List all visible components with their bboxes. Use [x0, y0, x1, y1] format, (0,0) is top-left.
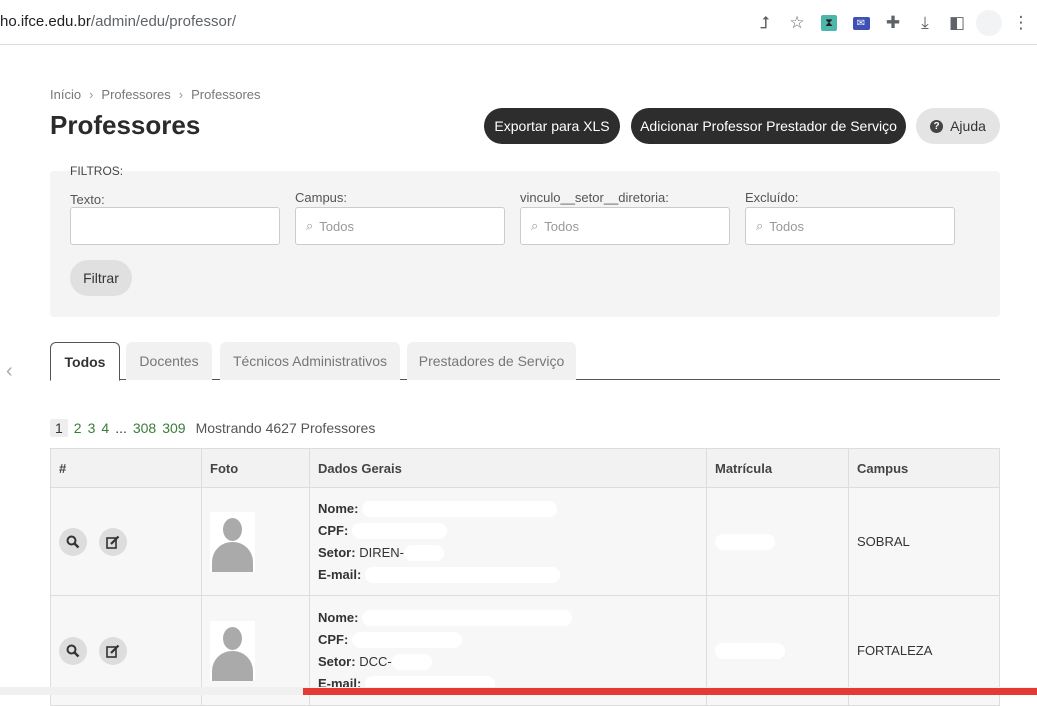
- vinculo-label: vinculo__setor__diretoria:: [520, 190, 669, 205]
- avatar-placeholder-icon: [210, 620, 255, 681]
- excluido-select[interactable]: ⌕ Todos: [745, 207, 955, 245]
- col-header-dados: Dados Gerais: [309, 448, 707, 488]
- redacted-value: [715, 642, 785, 659]
- side-panel-icon[interactable]: ◧: [941, 9, 973, 37]
- page-link[interactable]: 308: [133, 420, 156, 436]
- redacted-value: [351, 523, 447, 540]
- status-bar: [0, 687, 1037, 695]
- setor-value: DCC-: [359, 653, 392, 669]
- url-host: ho.ifce.edu.br: [0, 13, 91, 30]
- add-professor-button[interactable]: Adicionar Professor Prestador de Serviço: [631, 108, 906, 144]
- vinculo-placeholder: Todos: [544, 218, 579, 234]
- view-magnifier-icon[interactable]: [59, 527, 87, 556]
- export-xls-button[interactable]: Exportar para XLS: [484, 108, 620, 144]
- redacted-value: [403, 545, 444, 562]
- row-campus: SOBRAL: [848, 487, 1000, 596]
- tab-tecnicos[interactable]: Técnicos Administrativos: [220, 342, 400, 380]
- campus-label: Campus:: [295, 190, 348, 205]
- nome-label: Nome:: [318, 500, 359, 516]
- page-current: 1: [50, 419, 68, 437]
- bookmark-star-icon[interactable]: ☆: [781, 9, 813, 37]
- view-magnifier-icon[interactable]: [59, 636, 87, 665]
- extension-hourglass-icon[interactable]: ⧗: [813, 9, 845, 37]
- redacted-value: [362, 501, 558, 518]
- col-header-foto: Foto: [201, 448, 310, 488]
- vinculo-select[interactable]: ⌕ Todos: [520, 207, 730, 245]
- page-link[interactable]: 309: [162, 420, 185, 436]
- page-title: Professores: [50, 110, 201, 140]
- edit-pencil-icon[interactable]: [99, 636, 127, 665]
- tab-docentes[interactable]: Docentes: [126, 342, 212, 380]
- chevron-left-icon[interactable]: ‹: [6, 360, 13, 383]
- cpf-label: CPF:: [318, 631, 349, 647]
- extensions-puzzle-icon[interactable]: ✚: [877, 9, 909, 37]
- redacted-value: [364, 567, 560, 584]
- chevron-right-icon: ›: [89, 87, 94, 102]
- texto-label: Texto:: [70, 192, 105, 207]
- search-icon: ⌕: [756, 218, 764, 233]
- row-actions: [50, 487, 202, 596]
- browser-toolbar: ho.ifce.edu.br/admin/edu/professor/ ⮥ ☆ …: [0, 0, 1037, 45]
- row-dados-gerais: Nome: CPF: Setor: DIREN- E-mail:: [309, 487, 707, 596]
- setor-label: Setor:: [318, 653, 356, 669]
- row-matricula: [706, 487, 849, 596]
- redacted-value: [362, 610, 573, 627]
- help-button[interactable]: ? Ajuda: [916, 108, 1000, 144]
- cpf-label: CPF:: [318, 522, 349, 538]
- extension-mail-icon[interactable]: ✉: [845, 9, 877, 37]
- download-icon[interactable]: ⤓: [909, 9, 941, 37]
- breadcrumb-inicio[interactable]: Início: [50, 87, 81, 102]
- breadcrumb-current: Professores: [191, 87, 261, 102]
- excluido-label: Excluído:: [745, 190, 799, 205]
- texto-input[interactable]: [70, 207, 280, 245]
- address-bar[interactable]: ho.ifce.edu.br/admin/edu/professor/: [0, 13, 236, 30]
- email-label: E-mail:: [318, 566, 362, 582]
- filters-legend: FILTROS:: [70, 164, 124, 178]
- breadcrumb-professores[interactable]: Professores: [101, 87, 170, 102]
- campus-select[interactable]: ⌕ Todos: [295, 207, 505, 245]
- campus-placeholder: Todos: [319, 218, 354, 234]
- pagination: 1 2 3 4 ... 308 309 Mostrando 4627 Profe…: [50, 419, 375, 437]
- menu-kebab-icon[interactable]: ⋮: [1005, 9, 1037, 37]
- edit-pencil-icon[interactable]: [99, 527, 127, 556]
- chevron-right-icon: ›: [178, 87, 184, 102]
- col-header-index: #: [50, 448, 202, 488]
- professors-table: # Foto Dados Gerais Matrícula Campus Nom…: [50, 448, 1000, 706]
- avatar-placeholder-icon: [210, 511, 255, 572]
- table-header-row: # Foto Dados Gerais Matrícula Campus: [50, 448, 1000, 488]
- excluido-placeholder: Todos: [769, 218, 804, 234]
- page-ellipsis: ...: [115, 420, 127, 436]
- profile-avatar[interactable]: [973, 9, 1005, 37]
- share-icon[interactable]: ⮥: [749, 9, 781, 37]
- filters-panel: FILTROS: Texto: Campus: ⌕ Todos vinculo_…: [50, 164, 1000, 317]
- url-path: /admin/edu/professor/: [90, 13, 236, 30]
- table-row: Nome: CPF: Setor: DIREN- E-mail: SOBRAL: [50, 487, 1000, 596]
- tab-todos[interactable]: Todos: [50, 342, 120, 381]
- search-icon: ⌕: [306, 218, 314, 233]
- col-header-campus: Campus: [848, 448, 1000, 488]
- breadcrumb: Início › Professores › Professores: [50, 87, 261, 102]
- setor-value: DIREN-: [359, 544, 404, 560]
- page-link[interactable]: 4: [101, 420, 109, 436]
- page-link[interactable]: 2: [74, 420, 82, 436]
- status-warning-strip: [303, 688, 1037, 695]
- redacted-value: [351, 632, 462, 649]
- filtrar-button[interactable]: Filtrar: [70, 260, 132, 296]
- results-count: Mostrando 4627 Professores: [195, 420, 376, 436]
- col-header-matricula: Matrícula: [706, 448, 849, 488]
- nome-label: Nome:: [318, 609, 359, 625]
- search-icon: ⌕: [531, 218, 539, 233]
- tab-prestadores[interactable]: Prestadores de Serviço: [407, 342, 576, 380]
- question-icon: ?: [930, 119, 944, 133]
- row-photo-cell: [201, 487, 310, 596]
- page-link[interactable]: 3: [88, 420, 96, 436]
- tab-bar: Todos Docentes Técnicos Administrativos …: [50, 342, 1000, 381]
- help-label: Ajuda: [950, 118, 986, 134]
- page-content: ‹ Início › Professores › Professores Pro…: [0, 46, 1037, 706]
- redacted-value: [715, 533, 775, 550]
- redacted-value: [391, 654, 432, 671]
- setor-label: Setor:: [318, 544, 356, 560]
